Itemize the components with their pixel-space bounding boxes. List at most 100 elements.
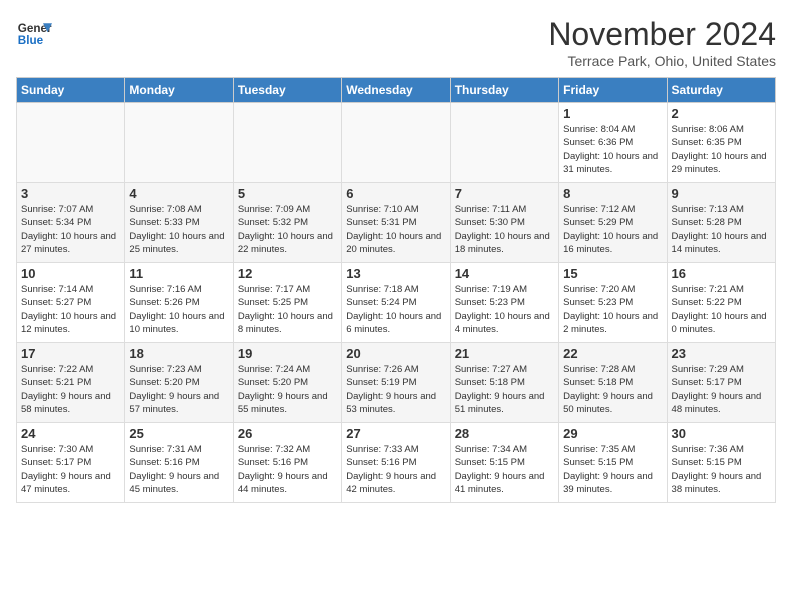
day-cell: 12Sunrise: 7:17 AM Sunset: 5:25 PM Dayli…	[233, 263, 341, 343]
day-info: Sunrise: 7:14 AM Sunset: 5:27 PM Dayligh…	[21, 283, 120, 336]
day-cell: 1 Sunrise: 8:04 AM Sunset: 6:36 PM Daylig…	[559, 103, 667, 183]
day-number: 15	[563, 266, 662, 281]
day-info: Sunrise: 7:10 AM Sunset: 5:31 PM Dayligh…	[346, 203, 445, 256]
day-header-monday: Monday	[125, 78, 233, 103]
day-header-saturday: Saturday	[667, 78, 775, 103]
day-info: Sunrise: 7:36 AM Sunset: 5:15 PM Dayligh…	[672, 443, 771, 496]
day-number: 28	[455, 426, 554, 441]
week-row-5: 24 Sunrise: 7:30 AM Sunset: 5:17 PM Dayli…	[17, 423, 776, 503]
day-header-wednesday: Wednesday	[342, 78, 450, 103]
day-number: 7	[455, 186, 554, 201]
day-cell: 19 Sunrise: 7:24 AM Sunset: 5:20 PM Dayli…	[233, 343, 341, 423]
week-row-1: 1 Sunrise: 8:04 AM Sunset: 6:36 PM Daylig…	[17, 103, 776, 183]
svg-text:Blue: Blue	[18, 34, 44, 47]
day-number: 4	[129, 186, 228, 201]
day-cell: 26 Sunrise: 7:32 AM Sunset: 5:16 PM Dayli…	[233, 423, 341, 503]
day-info: Sunrise: 7:20 AM Sunset: 5:23 PM Dayligh…	[563, 283, 662, 336]
day-cell: 6 Sunrise: 7:10 AM Sunset: 5:31 PM Daylig…	[342, 183, 450, 263]
day-info: Sunrise: 7:11 AM Sunset: 5:30 PM Dayligh…	[455, 203, 554, 256]
day-info: Sunrise: 7:29 AM Sunset: 5:17 PM Dayligh…	[672, 363, 771, 416]
day-info: Sunrise: 7:16 AM Sunset: 5:26 PM Dayligh…	[129, 283, 228, 336]
day-number: 23	[672, 346, 771, 361]
day-info: Sunrise: 7:34 AM Sunset: 5:15 PM Dayligh…	[455, 443, 554, 496]
day-cell: 7 Sunrise: 7:11 AM Sunset: 5:30 PM Daylig…	[450, 183, 558, 263]
day-cell: 17 Sunrise: 7:22 AM Sunset: 5:21 PM Dayli…	[17, 343, 125, 423]
day-header-friday: Friday	[559, 78, 667, 103]
day-header-tuesday: Tuesday	[233, 78, 341, 103]
day-cell: 29Sunrise: 7:35 AM Sunset: 5:15 PM Dayli…	[559, 423, 667, 503]
day-number: 21	[455, 346, 554, 361]
day-number: 8	[563, 186, 662, 201]
day-header-thursday: Thursday	[450, 78, 558, 103]
day-header-sunday: Sunday	[17, 78, 125, 103]
week-row-2: 3Sunrise: 7:07 AM Sunset: 5:34 PM Daylig…	[17, 183, 776, 263]
month-title: November 2024	[548, 16, 776, 53]
day-cell: 4 Sunrise: 7:08 AM Sunset: 5:33 PM Daylig…	[125, 183, 233, 263]
day-info: Sunrise: 7:12 AM Sunset: 5:29 PM Dayligh…	[563, 203, 662, 256]
day-info: Sunrise: 7:21 AM Sunset: 5:22 PM Dayligh…	[672, 283, 771, 336]
day-number: 9	[672, 186, 771, 201]
day-info: Sunrise: 8:04 AM Sunset: 6:36 PM Dayligh…	[563, 123, 662, 176]
day-cell: 25 Sunrise: 7:31 AM Sunset: 5:16 PM Dayli…	[125, 423, 233, 503]
day-info: Sunrise: 7:35 AM Sunset: 5:15 PM Dayligh…	[563, 443, 662, 496]
header-row: SundayMondayTuesdayWednesdayThursdayFrid…	[17, 78, 776, 103]
day-info: Sunrise: 7:28 AM Sunset: 5:18 PM Dayligh…	[563, 363, 662, 416]
day-info: Sunrise: 7:33 AM Sunset: 5:16 PM Dayligh…	[346, 443, 445, 496]
week-row-4: 17 Sunrise: 7:22 AM Sunset: 5:21 PM Dayli…	[17, 343, 776, 423]
day-number: 10	[21, 266, 120, 281]
day-cell	[233, 103, 341, 183]
week-row-3: 10 Sunrise: 7:14 AM Sunset: 5:27 PM Dayli…	[17, 263, 776, 343]
day-number: 13	[346, 266, 445, 281]
day-number: 14	[455, 266, 554, 281]
day-number: 1	[563, 106, 662, 121]
day-cell: 3Sunrise: 7:07 AM Sunset: 5:34 PM Daylig…	[17, 183, 125, 263]
day-cell: 18 Sunrise: 7:23 AM Sunset: 5:20 PM Dayli…	[125, 343, 233, 423]
day-number: 17	[21, 346, 120, 361]
logo: General Blue	[16, 16, 52, 52]
day-number: 24	[21, 426, 120, 441]
day-info: Sunrise: 7:09 AM Sunset: 5:32 PM Dayligh…	[238, 203, 337, 256]
day-number: 12	[238, 266, 337, 281]
day-info: Sunrise: 7:08 AM Sunset: 5:33 PM Dayligh…	[129, 203, 228, 256]
location: Terrace Park, Ohio, United States	[548, 53, 776, 69]
day-number: 18	[129, 346, 228, 361]
day-number: 30	[672, 426, 771, 441]
day-info: Sunrise: 7:30 AM Sunset: 5:17 PM Dayligh…	[21, 443, 120, 496]
day-info: Sunrise: 7:22 AM Sunset: 5:21 PM Dayligh…	[21, 363, 120, 416]
day-number: 5	[238, 186, 337, 201]
day-cell: 16Sunrise: 7:21 AM Sunset: 5:22 PM Dayli…	[667, 263, 775, 343]
logo-icon: General Blue	[16, 16, 52, 52]
day-cell	[342, 103, 450, 183]
day-number: 20	[346, 346, 445, 361]
day-info: Sunrise: 7:19 AM Sunset: 5:23 PM Dayligh…	[455, 283, 554, 336]
day-info: Sunrise: 7:18 AM Sunset: 5:24 PM Dayligh…	[346, 283, 445, 336]
day-info: Sunrise: 8:06 AM Sunset: 6:35 PM Dayligh…	[672, 123, 771, 176]
title-block: November 2024 Terrace Park, Ohio, United…	[548, 16, 776, 69]
day-cell: 20 Sunrise: 7:26 AM Sunset: 5:19 PM Dayli…	[342, 343, 450, 423]
day-cell: 15 Sunrise: 7:20 AM Sunset: 5:23 PM Dayli…	[559, 263, 667, 343]
day-cell: 14 Sunrise: 7:19 AM Sunset: 5:23 PM Dayli…	[450, 263, 558, 343]
day-number: 19	[238, 346, 337, 361]
day-cell: 28 Sunrise: 7:34 AM Sunset: 5:15 PM Dayli…	[450, 423, 558, 503]
day-number: 26	[238, 426, 337, 441]
day-cell	[17, 103, 125, 183]
day-info: Sunrise: 7:07 AM Sunset: 5:34 PM Dayligh…	[21, 203, 120, 256]
day-number: 25	[129, 426, 228, 441]
day-info: Sunrise: 7:23 AM Sunset: 5:20 PM Dayligh…	[129, 363, 228, 416]
day-cell: 22 Sunrise: 7:28 AM Sunset: 5:18 PM Dayli…	[559, 343, 667, 423]
day-cell: 2Sunrise: 8:06 AM Sunset: 6:35 PM Daylig…	[667, 103, 775, 183]
day-info: Sunrise: 7:31 AM Sunset: 5:16 PM Dayligh…	[129, 443, 228, 496]
day-number: 11	[129, 266, 228, 281]
day-info: Sunrise: 7:26 AM Sunset: 5:19 PM Dayligh…	[346, 363, 445, 416]
day-number: 27	[346, 426, 445, 441]
day-cell: 13 Sunrise: 7:18 AM Sunset: 5:24 PM Dayli…	[342, 263, 450, 343]
day-number: 22	[563, 346, 662, 361]
day-info: Sunrise: 7:24 AM Sunset: 5:20 PM Dayligh…	[238, 363, 337, 416]
day-cell: 11 Sunrise: 7:16 AM Sunset: 5:26 PM Dayli…	[125, 263, 233, 343]
day-cell: 30 Sunrise: 7:36 AM Sunset: 5:15 PM Dayli…	[667, 423, 775, 503]
day-cell: 5 Sunrise: 7:09 AM Sunset: 5:32 PM Daylig…	[233, 183, 341, 263]
day-info: Sunrise: 7:32 AM Sunset: 5:16 PM Dayligh…	[238, 443, 337, 496]
day-cell: 27 Sunrise: 7:33 AM Sunset: 5:16 PM Dayli…	[342, 423, 450, 503]
day-number: 6	[346, 186, 445, 201]
day-cell: 10 Sunrise: 7:14 AM Sunset: 5:27 PM Dayli…	[17, 263, 125, 343]
